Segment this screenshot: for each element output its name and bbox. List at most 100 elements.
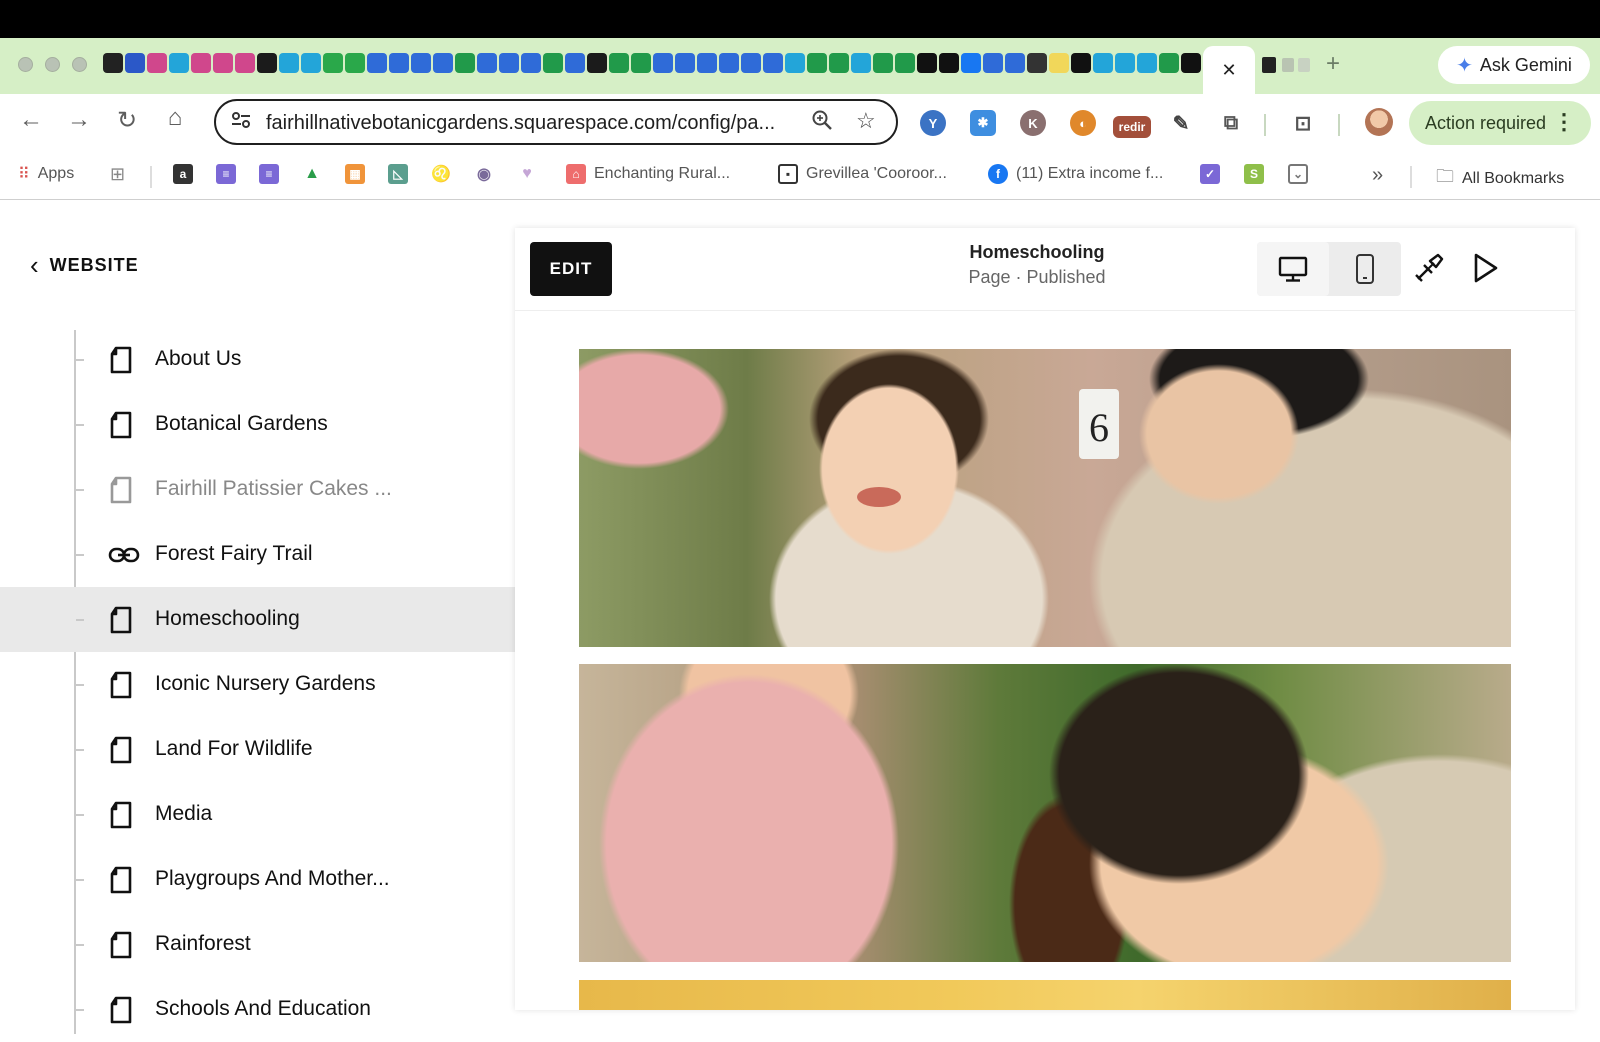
pinned-tab-favicon-icon[interactable] — [169, 53, 189, 73]
pinned-tab-favicon-icon[interactable] — [147, 53, 167, 73]
sidebar-page-item[interactable]: Schools And Education — [0, 977, 515, 1042]
website-back-button[interactable]: ‹ WEBSITE — [30, 250, 139, 281]
pinned-tab-favicon-icon[interactable] — [829, 53, 849, 73]
pinned-tab-favicon-icon[interactable] — [279, 53, 299, 73]
home-icon[interactable]: ⌂ — [160, 104, 190, 132]
tab-close-icon[interactable]: ✕ — [1221, 60, 1236, 81]
new-tab-button[interactable]: + — [1326, 50, 1340, 78]
pinned-tab-favicon-icon[interactable] — [367, 53, 387, 73]
extension-y-icon[interactable]: Y — [920, 110, 946, 136]
bookmark-shopify[interactable]: S — [1244, 164, 1264, 184]
preview-play-icon[interactable] — [1467, 250, 1503, 286]
sidebar-page-item[interactable]: Forest Fairy Trail — [0, 522, 515, 587]
bookmark-lion[interactable]: ♌ — [431, 164, 451, 184]
bookmark-heart[interactable]: ♥ — [517, 164, 537, 184]
pinned-tab-favicon-icon[interactable] — [1181, 53, 1201, 73]
pinned-tab-favicon-icon[interactable] — [411, 53, 431, 73]
bookmark-forms-2[interactable]: ≡ — [259, 164, 279, 184]
tab-extra-favicons[interactable] — [1260, 54, 1314, 81]
extensions-puzzle-icon[interactable]: ⧉ — [1218, 110, 1244, 136]
pinned-tab-favicon-icon[interactable] — [301, 53, 321, 73]
pinned-tab-favicon-icon[interactable] — [1005, 53, 1025, 73]
bookmark-forms-1[interactable]: ≡ — [216, 164, 236, 184]
sidebar-page-item[interactable]: Fairhill Patissier Cakes ... — [0, 457, 515, 522]
pinned-tab-favicon-icon[interactable] — [1159, 53, 1179, 73]
pinned-tab-favicon-icon[interactable] — [257, 53, 277, 73]
pinned-tab-favicon-icon[interactable] — [653, 53, 673, 73]
pinned-tab-favicon-icon[interactable] — [609, 53, 629, 73]
window-zoom-dot[interactable] — [72, 57, 87, 72]
extension-k-icon[interactable]: K — [1020, 110, 1046, 136]
pinned-tab-favicon-icon[interactable] — [961, 53, 981, 73]
sidebar-page-item[interactable]: Media — [0, 782, 515, 847]
pinned-tab-favicon-icon[interactable] — [983, 53, 1003, 73]
pinned-tab-favicon-icon[interactable] — [587, 53, 607, 73]
pinned-tab-favicon-icon[interactable] — [631, 53, 651, 73]
pinned-tab-favicon-icon[interactable] — [103, 53, 123, 73]
pinned-tab-favicon-icon[interactable] — [345, 53, 365, 73]
pinned-tab-favicon-icon[interactable] — [719, 53, 739, 73]
sidebar-page-item[interactable]: Rainforest — [0, 912, 515, 977]
site-settings-icon[interactable] — [228, 110, 254, 136]
pinned-tab-favicon-icon[interactable] — [807, 53, 827, 73]
extension-snowflake-icon[interactable]: ✱ — [970, 110, 996, 136]
pinned-tab-favicon-icon[interactable] — [433, 53, 453, 73]
pinned-tab-favicon-icon[interactable] — [917, 53, 937, 73]
window-close-dot[interactable] — [18, 57, 33, 72]
pinned-tab-favicon-icon[interactable] — [785, 53, 805, 73]
extension-flame-icon[interactable]: ◐ — [1070, 110, 1096, 136]
zoom-icon[interactable] — [811, 109, 833, 137]
bookmark-drive[interactable]: ▲ — [302, 164, 322, 184]
sidebar-page-item[interactable]: Land For Wildlife — [0, 717, 515, 782]
bookmark-amazon[interactable]: a — [173, 164, 193, 184]
window-minimize-dot[interactable] — [45, 57, 60, 72]
active-tab[interactable]: ✕ — [1203, 46, 1255, 94]
pinned-tab-favicon-icon[interactable] — [675, 53, 695, 73]
sidebar-page-item[interactable]: Homeschooling — [0, 587, 515, 652]
forward-arrow-icon[interactable]: → — [64, 106, 94, 134]
eyedropper-icon[interactable]: ✎ — [1168, 110, 1194, 136]
back-arrow-icon[interactable]: ← — [16, 106, 46, 134]
bookmark-orange[interactable]: ▦ — [345, 164, 365, 184]
pinned-tab-favicon-icon[interactable] — [1115, 53, 1135, 73]
pinned-tab-favicon-icon[interactable] — [763, 53, 783, 73]
bookmark-enchanting-rural[interactable]: ⌂ Enchanting Rural... — [566, 164, 730, 184]
more-menu-icon[interactable]: ⋮ — [1553, 109, 1575, 135]
sidebar-page-item[interactable]: Playgroups And Mother... — [0, 847, 515, 912]
sidebar-page-item[interactable]: About Us — [0, 327, 515, 392]
pinned-tab-favicon-icon[interactable] — [873, 53, 893, 73]
reload-icon[interactable]: ↻ — [112, 106, 142, 135]
bookmark-grid[interactable]: ⊞ — [110, 164, 125, 185]
pinned-tab-favicon-icon[interactable] — [213, 53, 233, 73]
pinned-tab-favicon-icon[interactable] — [1027, 53, 1047, 73]
pinned-tab-favicon-icon[interactable] — [235, 53, 255, 73]
pinned-tab-favicon-icon[interactable] — [851, 53, 871, 73]
pinned-tab-favicon-icon[interactable] — [697, 53, 717, 73]
pinned-tab-favicon-icon[interactable] — [1137, 53, 1157, 73]
pinned-tab-favicon-icon[interactable] — [499, 53, 519, 73]
profile-avatar[interactable] — [1365, 108, 1393, 136]
url-text[interactable]: fairhillnativebotanicgardens.squarespace… — [266, 112, 775, 135]
pinned-tab-favicon-icon[interactable] — [741, 53, 761, 73]
bookmarks-overflow[interactable]: » — [1372, 164, 1383, 187]
pinned-tab-favicon-icon[interactable] — [543, 53, 563, 73]
bookmark-green[interactable]: ◺ — [388, 164, 408, 184]
pinned-tab-favicon-icon[interactable] — [389, 53, 409, 73]
bookmark-extra-income[interactable]: f (11) Extra income f... — [988, 164, 1163, 184]
pinned-tab-favicon-icon[interactable] — [1049, 53, 1069, 73]
pinned-tab-favicon-icon[interactable] — [565, 53, 585, 73]
mobile-view-button[interactable] — [1329, 242, 1401, 296]
edit-button[interactable]: EDIT — [530, 242, 612, 296]
ask-gemini-button[interactable]: ✦ Ask Gemini — [1438, 46, 1590, 84]
pinned-tab-favicon-icon[interactable] — [895, 53, 915, 73]
pinned-tab-favicon-icon[interactable] — [125, 53, 145, 73]
pinned-tab-favicon-icon[interactable] — [455, 53, 475, 73]
pinned-tab-favicon-icon[interactable] — [1093, 53, 1113, 73]
pinned-tab-favicon-icon[interactable] — [1071, 53, 1091, 73]
bookmark-shell[interactable]: ◉ — [474, 164, 494, 184]
pinned-tab-favicon-icon[interactable] — [939, 53, 959, 73]
address-bar[interactable]: fairhillnativebotanicgardens.squarespace… — [214, 99, 898, 145]
pinned-tab-favicon-icon[interactable] — [477, 53, 497, 73]
bookmark-grevillea[interactable]: ▪ Grevillea 'Cooroor... — [778, 164, 947, 184]
all-bookmarks[interactable]: 🗀 All Bookmarks — [1436, 164, 1564, 194]
